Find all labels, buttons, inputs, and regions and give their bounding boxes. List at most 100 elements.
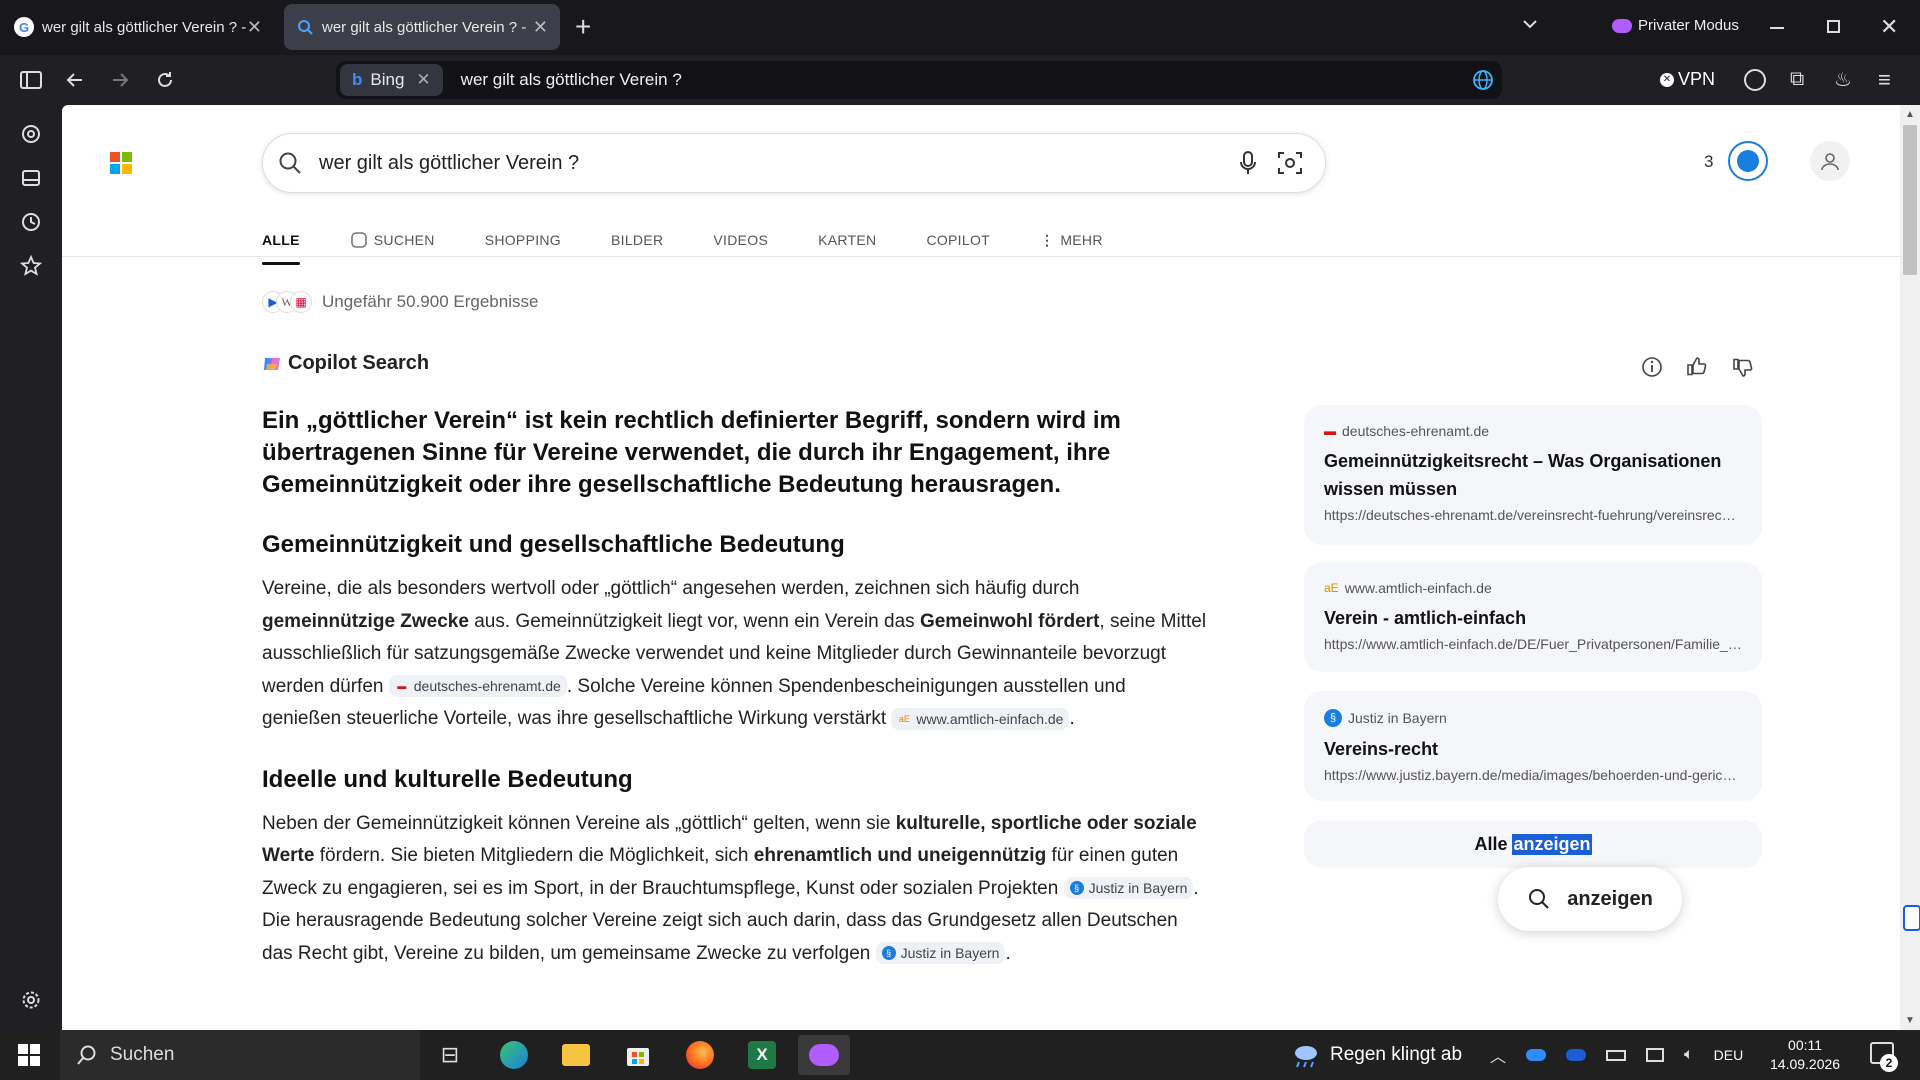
- citation-chip[interactable]: aE www.amtlich-einfach.de: [891, 707, 1070, 730]
- excel-icon[interactable]: X: [736, 1035, 788, 1075]
- page-scrollbar[interactable]: ▲ ▼: [1900, 105, 1920, 1030]
- tab-karten[interactable]: KARTEN: [818, 220, 876, 260]
- tab-videos[interactable]: VIDEOS: [713, 220, 768, 260]
- source-card[interactable]: aE www.amtlich-einfach.de Verein - amtlic…: [1304, 562, 1762, 672]
- source-card[interactable]: ▬ deutsches-ehrenamt.de Gemeinnützigkeits…: [1304, 405, 1762, 545]
- profile-icon[interactable]: [1744, 69, 1766, 91]
- forward-icon[interactable]: [105, 65, 135, 95]
- tab-list-chevron-icon[interactable]: [1520, 14, 1540, 34]
- bing-search-icon: [296, 18, 314, 36]
- source-title[interactable]: Gemeinnützigkeitsrecht – Was Organisatio…: [1324, 447, 1742, 503]
- flame-icon[interactable]: ♨: [1834, 67, 1852, 92]
- source-title[interactable]: Vereins-recht: [1324, 735, 1742, 763]
- history-icon[interactable]: [18, 209, 44, 235]
- section-heading-1: Gemeinnützigkeit und gesellschaftliche B…: [262, 531, 845, 558]
- taskbar-search[interactable]: Suchen: [60, 1030, 420, 1080]
- vpn-button[interactable]: ✕ VPN: [1660, 69, 1715, 90]
- menu-icon[interactable]: ≡: [1878, 67, 1891, 93]
- back-icon[interactable]: [60, 65, 90, 95]
- microphone-icon[interactable]: [1239, 150, 1257, 176]
- rewards-medal-icon[interactable]: [1728, 141, 1768, 181]
- network-icon[interactable]: [1646, 1048, 1665, 1062]
- edge-browser-icon[interactable]: [488, 1035, 540, 1075]
- microsoft-logo[interactable]: [110, 152, 132, 174]
- notification-count: 2: [1880, 1054, 1898, 1072]
- minimize-button[interactable]: [1770, 27, 1784, 29]
- windows-start-icon[interactable]: [18, 1044, 40, 1066]
- reload-icon[interactable]: [150, 65, 180, 95]
- info-icon[interactable]: [1640, 355, 1664, 379]
- search-icon: [76, 1044, 98, 1066]
- thumbs-down-icon[interactable]: [1732, 357, 1754, 379]
- thumbs-up-icon[interactable]: [1686, 355, 1708, 377]
- tray-overflow-chevron-icon[interactable]: ︿: [1490, 1043, 1506, 1067]
- tab-bar: G wer gilt als göttlicher Verein ? - ✕ w…: [0, 0, 1920, 55]
- browser-sidebar: [0, 105, 62, 1030]
- address-text[interactable]: wer gilt als göttlicher Verein ?: [461, 70, 682, 90]
- battery-icon[interactable]: [1606, 1049, 1627, 1061]
- account-avatar-icon[interactable]: [1810, 141, 1850, 181]
- browser-tab-1[interactable]: G wer gilt als göttlicher Verein ? - ✕: [2, 4, 274, 50]
- volume-icon[interactable]: 🔈︎: [1684, 1046, 1694, 1064]
- results-count-row: ▶ W ▦ Ungefähr 50.900 Ergebnisse: [262, 291, 538, 313]
- citation-chip[interactable]: ▬ deutsches-ehrenamt.de: [388, 675, 567, 698]
- google-icon: G: [14, 17, 34, 37]
- address-bar[interactable]: b Bing ✕ wer gilt als göttlicher Verein …: [336, 61, 1502, 99]
- close-tab-icon[interactable]: ✕: [247, 17, 262, 38]
- task-view-icon[interactable]: ⊟: [424, 1035, 476, 1075]
- new-tab-button[interactable]: +: [575, 10, 591, 44]
- reward-points[interactable]: 3: [1704, 152, 1713, 172]
- divider: [62, 256, 1900, 257]
- side-panel-icon[interactable]: [1903, 905, 1920, 931]
- search-box[interactable]: wer gilt als göttlicher Verein ?: [262, 133, 1326, 193]
- answer-lead: Ein „göttlicher Verein“ ist kein rechtli…: [262, 407, 1121, 498]
- sidebar-toggle-icon[interactable]: [16, 65, 46, 95]
- rain-cloud-icon: [1290, 1042, 1320, 1068]
- tab-mehr[interactable]: ⋮ MEHR: [1040, 220, 1103, 260]
- restore-button[interactable]: [1827, 20, 1840, 33]
- clock[interactable]: 00:11 14.09.2026: [1770, 1036, 1840, 1074]
- file-explorer-icon[interactable]: [550, 1035, 602, 1075]
- source-title[interactable]: Verein - amtlich-einfach: [1324, 604, 1742, 632]
- tab-bilder[interactable]: BILDER: [611, 220, 663, 260]
- language-indicator[interactable]: DEU: [1714, 1047, 1744, 1063]
- onedrive-business-icon[interactable]: [1566, 1049, 1587, 1061]
- visual-search-camera-icon[interactable]: [1277, 150, 1303, 176]
- copilot-search-icon: [350, 231, 368, 249]
- scrollbar-thumb[interactable]: [1903, 125, 1917, 275]
- justiz-bayern-icon: §: [881, 946, 896, 961]
- browser-tab-2[interactable]: wer gilt als göttlicher Verein ? - ✕: [284, 4, 560, 50]
- close-window-button[interactable]: ✕: [1880, 14, 1898, 40]
- source-card[interactable]: § Justiz in Bayern Vereins-recht https://…: [1304, 691, 1762, 801]
- search-input[interactable]: wer gilt als göttlicher Verein ?: [319, 152, 579, 175]
- translate-globe-icon[interactable]: [1472, 69, 1494, 91]
- close-chip-icon[interactable]: ✕: [416, 70, 430, 90]
- source-url: https://www.amtlich-einfach.de/DE/Fuer_P…: [1324, 636, 1742, 652]
- close-tab-icon[interactable]: ✕: [533, 17, 548, 38]
- search-selection-popup[interactable]: anzeigen: [1498, 867, 1682, 931]
- extensions-icon[interactable]: ⧉: [1790, 68, 1804, 91]
- onedrive-icon[interactable]: [1526, 1049, 1547, 1061]
- private-mode-indicator[interactable]: Privater Modus: [1612, 17, 1739, 34]
- show-all-button[interactable]: Alle anzeigen: [1304, 820, 1762, 868]
- citation-chip[interactable]: § Justiz in Bayern: [1063, 877, 1194, 900]
- ehrenamt-flag-icon: ▬: [397, 681, 407, 692]
- scroll-down-icon[interactable]: ▼: [1905, 1015, 1915, 1026]
- private-browser-taskbar-icon[interactable]: [798, 1035, 850, 1075]
- search-engine-chip[interactable]: b Bing ✕: [340, 64, 443, 96]
- ai-assistant-icon[interactable]: [18, 121, 44, 147]
- microsoft-store-icon[interactable]: [612, 1035, 664, 1075]
- scroll-up-icon[interactable]: ▲: [1905, 109, 1915, 120]
- citation-chip[interactable]: § Justiz in Bayern: [875, 942, 1006, 965]
- tab-shopping[interactable]: SHOPPING: [485, 220, 561, 260]
- tab-copilot[interactable]: COPILOT: [926, 220, 990, 260]
- copilot-search-header: Copilot Search: [262, 352, 429, 375]
- settings-gear-icon[interactable]: [18, 987, 44, 1013]
- tab-suchen[interactable]: SUCHEN: [350, 220, 435, 260]
- navigation-bar: b Bing ✕ wer gilt als göttlicher Verein …: [0, 55, 1920, 105]
- firefox-icon[interactable]: [674, 1035, 726, 1075]
- tab-alle[interactable]: ALLE: [262, 220, 300, 265]
- favorites-star-icon[interactable]: [18, 253, 44, 279]
- weather-widget[interactable]: Regen klingt ab: [1290, 1030, 1462, 1080]
- downloads-icon[interactable]: [18, 165, 44, 191]
